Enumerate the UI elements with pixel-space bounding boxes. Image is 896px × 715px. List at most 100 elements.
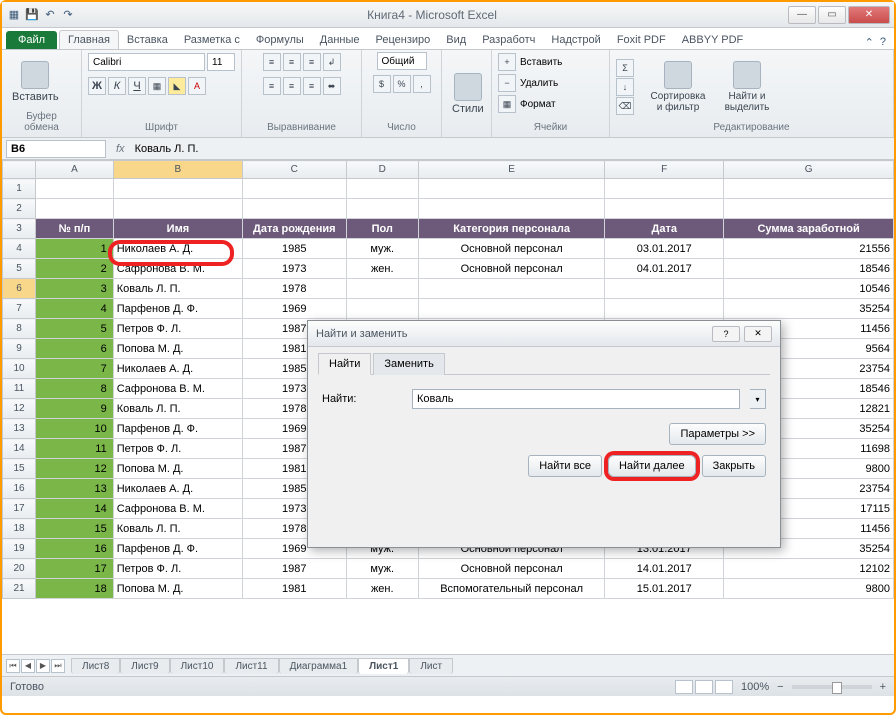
find-all-button[interactable]: Найти все [528, 455, 602, 477]
tab-abbyy[interactable]: ABBYY PDF [674, 31, 752, 49]
find-select-button[interactable]: Найти и выделить [716, 59, 778, 115]
tab-view[interactable]: Вид [438, 31, 474, 49]
format-cells-label: Формат [520, 99, 556, 110]
align-cen-button[interactable]: ≡ [283, 77, 301, 95]
wrap-button[interactable]: ↲ [323, 53, 341, 71]
tab-data[interactable]: Данные [312, 31, 368, 49]
sort-filter-button[interactable]: Сортировка и фильтр [644, 59, 712, 115]
format-cells-icon[interactable]: ▦ [498, 95, 516, 113]
border-button[interactable]: ▦ [148, 77, 166, 95]
params-button[interactable]: Параметры >> [669, 423, 766, 445]
underline-button[interactable]: Ч [128, 77, 146, 95]
sheet-tab[interactable]: Лист8 [71, 658, 120, 674]
titlebar: ▦ 💾 ↶ ↷ Книга4 - Microsoft Excel — ▭ ✕ [2, 2, 894, 28]
comma-button[interactable]: , [413, 75, 431, 93]
formula-input[interactable]: Коваль Л. П. [131, 143, 894, 155]
align-right-button[interactable]: ≡ [303, 77, 321, 95]
align-top-button[interactable]: ≡ [263, 53, 281, 71]
bold-button[interactable]: Ж [88, 77, 106, 95]
percent-button[interactable]: % [393, 75, 411, 93]
sheet-tab[interactable]: Лист9 [120, 658, 169, 674]
tab-foxit[interactable]: Foxit PDF [609, 31, 674, 49]
view-pagebreak-button[interactable] [715, 680, 733, 694]
insert-cells-label: Вставить [520, 57, 562, 68]
maximize-button[interactable]: ▭ [818, 6, 846, 24]
merge-button[interactable]: ⬌ [323, 77, 341, 95]
tab-addins[interactable]: Надстрой [543, 31, 608, 49]
redo-icon[interactable]: ↷ [60, 7, 76, 23]
number-format-combo[interactable]: Общий [377, 52, 427, 70]
quick-access-toolbar: ▦ 💾 ↶ ↷ [6, 7, 76, 23]
font-name-combo[interactable]: Calibri [88, 53, 205, 71]
help-icon[interactable]: ? [880, 36, 886, 49]
formula-bar: B6 fx Коваль Л. П. [2, 138, 894, 160]
group-font-label: Шрифт [88, 122, 235, 135]
tab-review[interactable]: Рецензиро [368, 31, 439, 49]
group-align-label: Выравнивание [248, 122, 355, 135]
zoom-slider[interactable] [792, 685, 872, 689]
ribbon: Вставить Буфер обмена Calibri11 ЖКЧ▦◣A Ш… [2, 50, 894, 138]
clear-button[interactable]: ⌫ [616, 97, 634, 115]
fill-color-button[interactable]: ◣ [168, 77, 186, 95]
insert-cells-icon[interactable]: + [498, 53, 516, 71]
window-controls: — ▭ ✕ [788, 6, 890, 24]
paste-button[interactable]: Вставить [8, 59, 63, 105]
styles-button[interactable]: Стили [448, 71, 488, 117]
minimize-button[interactable]: — [788, 6, 816, 24]
close-button[interactable]: ✕ [848, 6, 890, 24]
fill-button[interactable]: ↓ [616, 78, 634, 96]
align-bot-button[interactable]: ≡ [303, 53, 321, 71]
currency-button[interactable]: $ [373, 75, 391, 93]
dialog-help-button[interactable]: ? [712, 326, 740, 342]
align-left-button[interactable]: ≡ [263, 77, 281, 95]
sheet-tab[interactable]: Лист11 [224, 658, 278, 674]
zoom-label: 100% [741, 681, 769, 693]
tab-layout[interactable]: Разметка с [176, 31, 248, 49]
tab-home[interactable]: Главная [59, 30, 119, 49]
save-icon[interactable]: 💾 [24, 7, 40, 23]
tab-find[interactable]: Найти [318, 353, 371, 375]
group-editing-label: Редактирование [616, 122, 887, 135]
dialog-close-icon[interactable]: ✕ [744, 326, 772, 342]
sheet-tab[interactable]: Диаграмма1 [279, 658, 359, 674]
tab-formulas[interactable]: Формулы [248, 31, 312, 49]
font-color-button[interactable]: A [188, 77, 206, 95]
tab-developer[interactable]: Разработч [474, 31, 543, 49]
find-dropdown-icon[interactable]: ▾ [750, 389, 766, 409]
sheet-tab[interactable]: Лист10 [170, 658, 225, 674]
name-box[interactable]: B6 [6, 140, 106, 158]
delete-cells-label: Удалить [520, 78, 558, 89]
find-next-button[interactable]: Найти далее [608, 455, 696, 477]
statusbar: Готово 100% − + [2, 676, 894, 696]
file-tab[interactable]: Файл [6, 31, 57, 49]
sheet-tab[interactable]: Лист [409, 658, 453, 674]
view-layout-button[interactable] [695, 680, 713, 694]
tab-replace[interactable]: Заменить [373, 353, 444, 375]
sheet-nav[interactable]: ⏮◀▶⏭ [6, 659, 65, 673]
group-clipboard-label: Буфер обмена [8, 111, 75, 135]
minimize-ribbon-icon[interactable]: ⌃ [865, 36, 874, 49]
autosum-button[interactable]: Σ [616, 59, 634, 77]
zoom-in-button[interactable]: + [880, 681, 886, 693]
tab-insert[interactable]: Вставка [119, 31, 176, 49]
view-normal-button[interactable] [675, 680, 693, 694]
font-size-combo[interactable]: 11 [207, 53, 235, 71]
group-number-label: Число [368, 122, 435, 135]
zoom-out-button[interactable]: − [777, 681, 783, 693]
find-replace-dialog: Найти и заменить ? ✕ Найти Заменить Найт… [307, 320, 781, 548]
status-text: Готово [10, 681, 44, 693]
sheet-tab[interactable]: Лист1 [358, 658, 409, 674]
fx-icon[interactable]: fx [110, 143, 131, 155]
undo-icon[interactable]: ↶ [42, 7, 58, 23]
excel-icon: ▦ [6, 7, 22, 23]
dialog-title: Найти и заменить [316, 328, 708, 340]
delete-cells-icon[interactable]: − [498, 74, 516, 92]
find-label: Найти: [322, 393, 402, 405]
sheet-tabs: ⏮◀▶⏭ Лист8Лист9Лист10Лист11Диаграмма1Лис… [2, 654, 894, 676]
italic-button[interactable]: К [108, 77, 126, 95]
ribbon-tabs: Файл Главная Вставка Разметка с Формулы … [2, 28, 894, 50]
group-cells-label: Ячейки [498, 122, 603, 135]
find-input[interactable]: Коваль [412, 389, 740, 409]
align-mid-button[interactable]: ≡ [283, 53, 301, 71]
close-button[interactable]: Закрыть [702, 455, 766, 477]
